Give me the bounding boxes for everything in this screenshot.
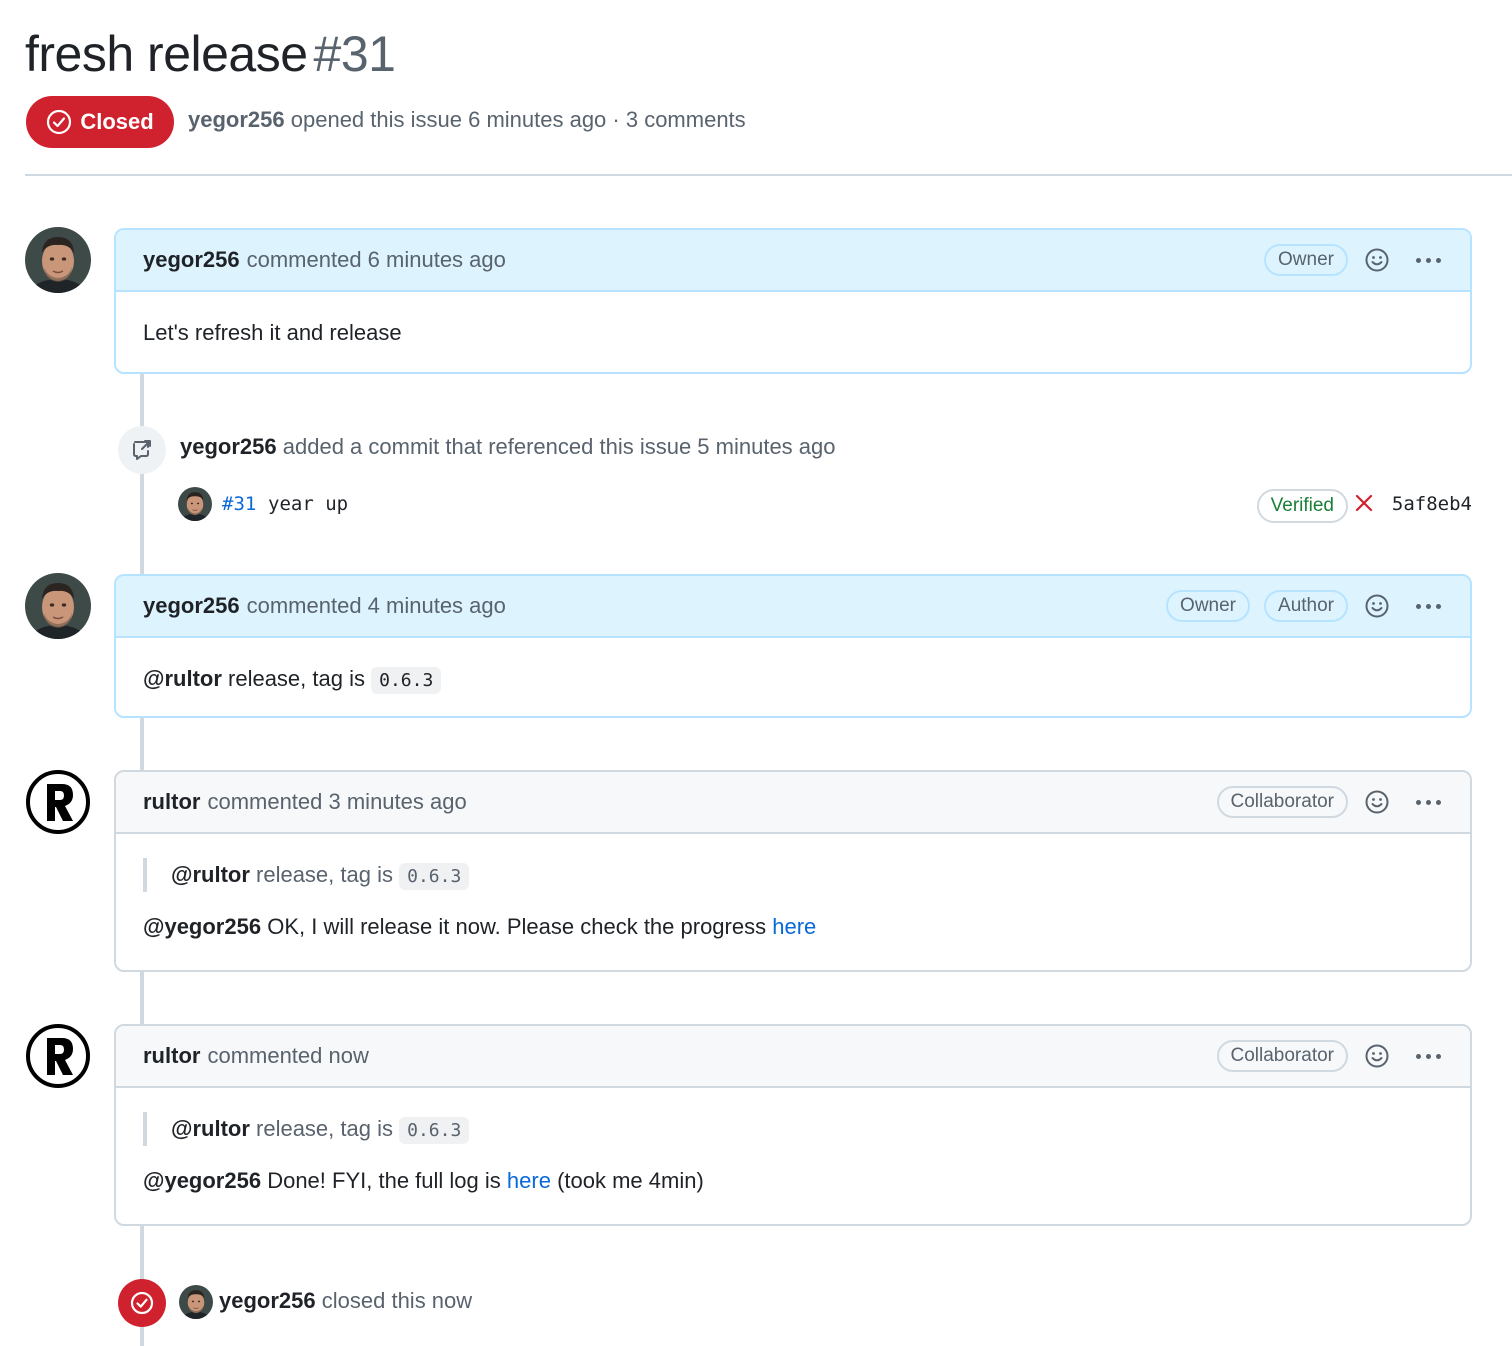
role-badge: Owner [1264,244,1348,276]
inline-code: 0.6.3 [399,863,470,890]
event-author-avatar[interactable] [179,1285,213,1319]
comment-text: release, tag is [228,666,365,691]
avatar[interactable] [25,573,91,639]
commit-sha[interactable]: 5af8eb4 [1392,493,1472,515]
comment-text: OK, I will release it now. Please check … [267,914,767,939]
event-author[interactable]: yegor256 [180,434,277,459]
cross-reference-badge [118,426,166,474]
comment-body: @rultor release, tag is 0.6.3 [116,638,1470,694]
comment-header: yegor256 commented 6 minutes ago Owner [116,230,1470,292]
event-description: added a commit that referenced this issu… [282,434,836,459]
comment-author[interactable]: rultor [143,789,200,815]
issue-number: #31 [313,26,396,82]
comment-body: @rultor release, tag is 0.6.3 @yegor256 … [116,834,1470,940]
comment-author[interactable]: yegor256 [143,247,240,273]
log-link[interactable]: here [507,1168,551,1193]
comment: rultor commented now Collaborator @rulto… [114,1024,1472,1226]
comment-body: Let's refresh it and release [116,292,1470,346]
comment-author[interactable]: rultor [143,1043,200,1069]
role-badge: Author [1264,590,1348,622]
smiley-icon [1365,594,1389,618]
state-badge: Closed [26,96,174,148]
timeline-line [140,716,144,772]
comment-menu-button[interactable] [1410,787,1446,817]
role-badge: Collaborator [1216,1040,1348,1072]
avatar[interactable] [25,227,91,293]
role-badge: Owner [1166,590,1251,622]
comment-suffix: (took me 4min) [557,1168,704,1193]
smiley-icon [1365,248,1389,272]
comment-paragraph: @yegor256 OK, I will release it now. Ple… [143,914,1443,940]
verified-badge[interactable]: Verified [1256,489,1348,523]
comment-timestamp[interactable]: commented 6 minutes ago [247,247,506,273]
quote-text: release, tag is [256,862,393,887]
user-avatar-image [25,573,91,639]
user-avatar-image [178,487,212,521]
issue-meta: yegor256 opened this issue 6 minutes ago… [188,107,746,133]
comment-menu-button[interactable] [1410,245,1446,275]
issue-closed-icon [130,1291,154,1315]
commit-issue-link[interactable]: #31 [222,493,256,515]
closed-event-text: yegor256 closed this now [219,1288,472,1314]
quote-text: release, tag is [256,1116,393,1141]
cross-reference-icon [133,440,151,460]
comment-paragraph: @yegor256 Done! FYI, the full log is her… [143,1168,1443,1194]
progress-link[interactable]: here [772,914,816,939]
comment-header: rultor commented 3 minutes ago Collabora… [116,772,1470,834]
comment-text: Done! FYI, the full log is [267,1168,501,1193]
blockquote: @rultor release, tag is 0.6.3 [143,858,1443,892]
comment-timestamp[interactable]: commented 4 minutes ago [247,593,506,619]
comment-timestamp[interactable]: commented 3 minutes ago [207,789,466,815]
issue-closed-icon [47,109,72,135]
user-avatar-image [179,1285,213,1319]
add-reaction-button[interactable] [1362,1041,1392,1071]
avatar[interactable] [25,769,91,835]
user-mention[interactable]: @rultor [171,1116,250,1141]
closed-event-badge [118,1279,166,1327]
comment-header: yegor256 commented 4 minutes ago Owner A… [116,576,1470,638]
user-mention[interactable]: @yegor256 [143,914,261,939]
comment: rultor commented 3 minutes ago Collabora… [114,770,1472,972]
rultor-logo-avatar [25,1023,91,1089]
role-badge: Collaborator [1216,786,1348,818]
add-reaction-button[interactable] [1362,591,1392,621]
smiley-icon [1365,1044,1389,1068]
blockquote: @rultor release, tag is 0.6.3 [143,1112,1443,1146]
commit-row: #31 year up Verified 5af8eb4 [178,487,1472,523]
user-mention[interactable]: @rultor [171,862,250,887]
comment-text: Let's refresh it and release [143,320,402,345]
user-mention[interactable]: @yegor256 [143,1168,261,1193]
add-reaction-button[interactable] [1362,245,1392,275]
avatar[interactable] [25,1023,91,1089]
inline-code: 0.6.3 [399,1117,470,1144]
comment-author[interactable]: yegor256 [143,593,240,619]
user-avatar-image [25,227,91,293]
header-divider [25,174,1512,176]
comment-menu-button[interactable] [1410,1041,1446,1071]
issue-meta-text: opened this issue 6 minutes ago · 3 comm… [290,107,746,132]
comment: yegor256 commented 6 minutes ago Owner L… [114,228,1472,374]
user-mention[interactable]: @rultor [143,666,222,691]
comment-menu-button[interactable] [1410,591,1446,621]
commit-message[interactable]: year up [268,493,348,515]
timeline-line [140,970,144,1026]
issue-title: fresh release #31 [25,24,396,84]
inline-code: 0.6.3 [371,667,442,694]
smiley-icon [1365,790,1389,814]
event-description: closed this now [321,1288,473,1313]
commit-author-avatar[interactable] [178,487,212,521]
event-author[interactable]: yegor256 [219,1288,316,1313]
x-icon[interactable] [1354,491,1374,515]
commit-event-text: yegor256 added a commit that referenced … [180,434,836,460]
comment-header: rultor commented now Collaborator [116,1026,1470,1088]
rultor-logo-avatar [25,769,91,835]
issue-title-text: fresh release [25,26,308,82]
state-label: Closed [80,109,154,134]
comment: yegor256 commented 4 minutes ago Owner A… [114,574,1472,718]
timeline-line [140,372,144,576]
add-reaction-button[interactable] [1362,787,1392,817]
issue-author-link[interactable]: yegor256 [188,107,285,132]
comment-timestamp[interactable]: commented now [207,1043,368,1069]
comment-body: @rultor release, tag is 0.6.3 @yegor256 … [116,1088,1470,1194]
